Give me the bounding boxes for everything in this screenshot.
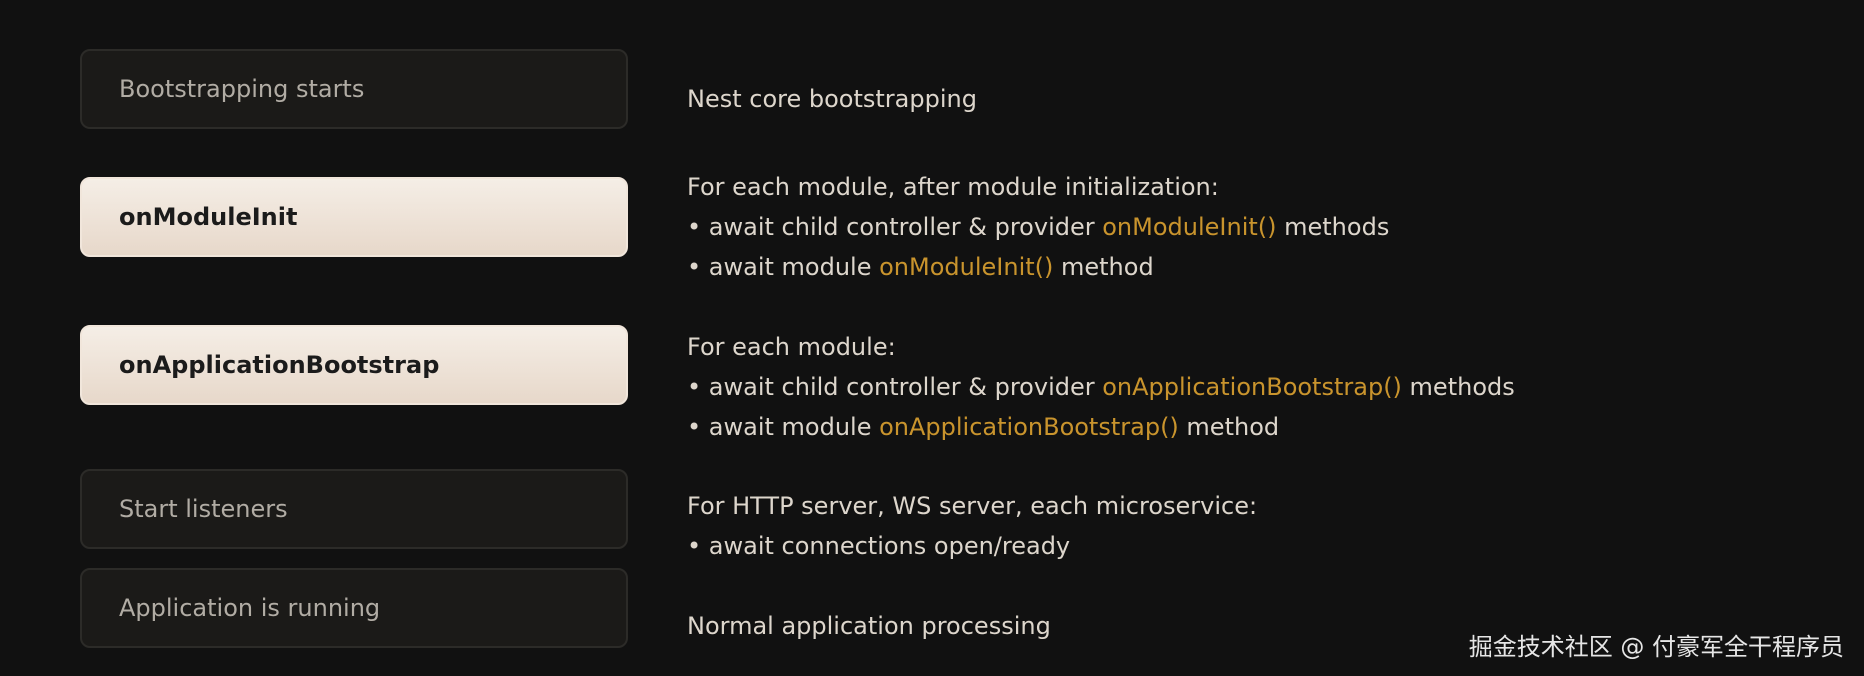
- phase-description-on-application-bootstrap: For each module: • await child controller…: [687, 327, 1737, 447]
- phase-label: Start listeners: [119, 495, 288, 523]
- description-text: Nest core bootstrapping: [687, 85, 977, 113]
- phase-label: onApplicationBootstrap: [119, 351, 440, 379]
- phase-label: Application is running: [119, 594, 381, 622]
- description-text: For each module, after module initializa…: [687, 173, 1219, 201]
- phase-description-bootstrapping-starts: Nest core bootstrapping: [687, 79, 1737, 119]
- method-name-highlight: onApplicationBootstrap(): [879, 413, 1179, 441]
- description-text: For HTTP server, WS server, each microse…: [687, 492, 1258, 520]
- watermark: 掘金技术社区 @ 付豪军全干程序员: [1468, 633, 1844, 661]
- description-text: method: [1178, 413, 1280, 441]
- phase-label: Bootstrapping starts: [119, 75, 365, 103]
- description-line: • await connections open/ready: [687, 526, 1737, 566]
- description-text: methods: [1276, 213, 1390, 241]
- method-name-highlight: onModuleInit(): [1102, 213, 1277, 241]
- description-text: • await module: [687, 413, 880, 441]
- description-line: • await child controller & provider onAp…: [687, 367, 1737, 407]
- description-line: Nest core bootstrapping: [687, 79, 1737, 119]
- phase-box-application-running: Application is running: [80, 568, 628, 648]
- description-line: • await module onModuleInit() method: [687, 247, 1737, 287]
- phase-box-bootstrapping-starts: Bootstrapping starts: [80, 49, 628, 129]
- phase-label: onModuleInit: [119, 203, 298, 231]
- description-text: Normal application processing: [687, 612, 1051, 640]
- phase-box-start-listeners: Start listeners: [80, 469, 628, 549]
- phase-description-start-listeners: For HTTP server, WS server, each microse…: [687, 486, 1737, 566]
- phase-box-on-module-init: onModuleInit: [80, 177, 628, 257]
- description-text: • await module: [687, 253, 880, 281]
- method-name-highlight: onApplicationBootstrap(): [1102, 373, 1402, 401]
- phase-box-on-application-bootstrap: onApplicationBootstrap: [80, 325, 628, 405]
- description-text: • await child controller & provider: [687, 213, 1103, 241]
- description-line: • await child controller & provider onMo…: [687, 207, 1737, 247]
- description-text: For each module:: [687, 333, 896, 361]
- description-line: For each module, after module initializa…: [687, 167, 1737, 207]
- description-line: • await module onApplicationBootstrap() …: [687, 407, 1737, 447]
- description-line: For HTTP server, WS server, each microse…: [687, 486, 1737, 526]
- phase-description-on-module-init: For each module, after module initializa…: [687, 167, 1737, 287]
- description-text: method: [1053, 253, 1154, 281]
- description-text: methods: [1401, 373, 1515, 401]
- description-text: • await connections open/ready: [687, 532, 1071, 560]
- description-line: For each module:: [687, 327, 1737, 367]
- method-name-highlight: onModuleInit(): [879, 253, 1054, 281]
- lifecycle-diagram: Bootstrapping starts onModuleInit onAppl…: [80, 0, 1780, 676]
- description-text: • await child controller & provider: [687, 373, 1103, 401]
